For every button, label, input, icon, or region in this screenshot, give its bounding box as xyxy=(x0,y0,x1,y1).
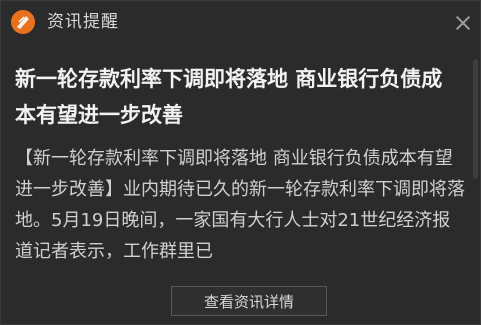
window-title: 资讯提醒 xyxy=(47,12,119,32)
news-alert-window: 资讯提醒 新一轮存款利率下调即将落地 商业银行负债成本有望进一步改善 【新一轮存… xyxy=(0,0,481,325)
view-detail-button[interactable]: 查看资讯详情 xyxy=(171,286,327,316)
close-icon[interactable] xyxy=(454,14,472,32)
scrollbar[interactable] xyxy=(473,59,478,179)
news-headline: 新一轮存款利率下调即将落地 商业银行负债成本有望进一步改善 xyxy=(15,67,443,127)
news-body: 【新一轮存款利率下调即将落地 商业银行负债成本有望进一步改善】业内期待已久的新一… xyxy=(15,148,465,262)
app-logo-icon xyxy=(11,10,35,34)
title-bar: 资讯提醒 xyxy=(1,1,480,43)
